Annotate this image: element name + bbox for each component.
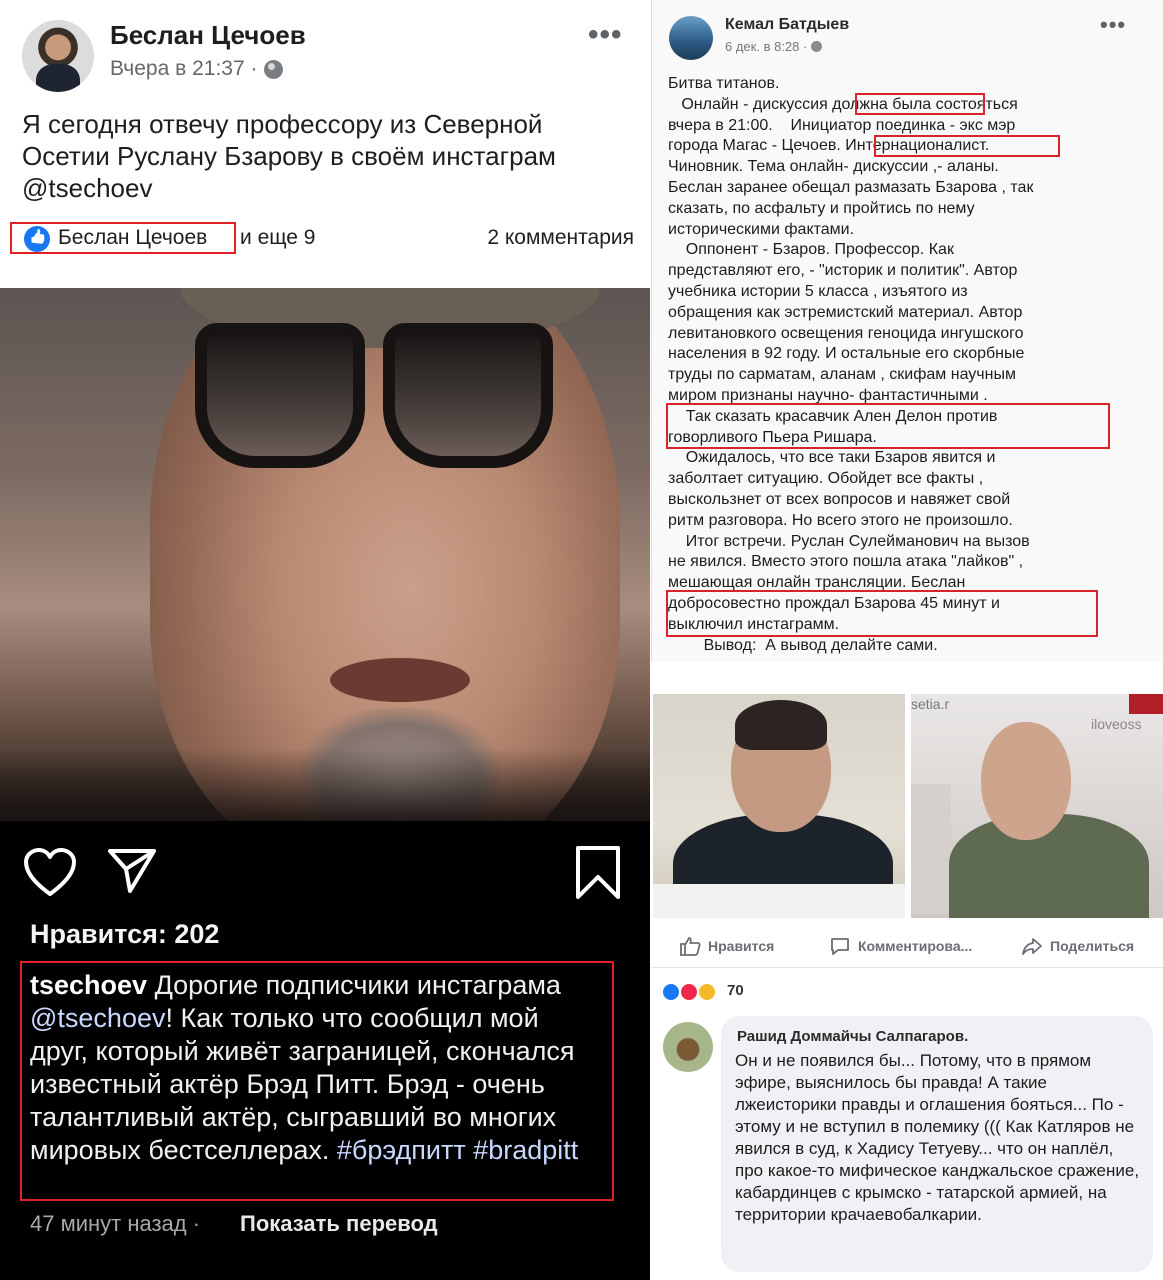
head xyxy=(981,722,1071,840)
comment-button[interactable]: Комментирова... xyxy=(829,936,972,956)
like-reaction-icon xyxy=(24,226,50,252)
share-label: Поделиться xyxy=(1050,938,1135,954)
post-text: Битва титанов. Онлайн - дискуссия должна… xyxy=(668,75,1034,654)
collar-shadow xyxy=(0,748,650,821)
like-label: Нравится xyxy=(708,938,775,954)
photo-right-man[interactable]: setia.r iloveoss xyxy=(911,694,1163,918)
left-facebook-post: Беслан Цечоев Вчера в 21:37 · ••• Я сего… xyxy=(0,0,650,276)
reaction-user-name[interactable]: Беслан Цечоев xyxy=(58,226,207,250)
logo-text-2: iloveoss xyxy=(1091,716,1142,732)
globe-icon xyxy=(263,59,283,79)
author-name[interactable]: Беслан Цечоев xyxy=(110,20,306,51)
comment-text: Он и не появился бы... Потому, что в пря… xyxy=(735,1051,1140,1224)
love-reaction-icon xyxy=(679,982,699,1002)
share-icon xyxy=(1022,938,1042,955)
post-time: 47 минут назад · xyxy=(30,1211,201,1236)
caption: tsechoev Дорогие подписчики инстаграма @… xyxy=(30,969,600,1167)
logo-block xyxy=(1129,694,1163,714)
comment: Рашид Доммайчы Салпагаров. Он и не появи… xyxy=(651,1012,1163,1280)
reactions-row: Беслан Цечоев и еще 9 2 комментария xyxy=(10,222,640,254)
show-translation-link[interactable]: Показать перевод xyxy=(240,1211,438,1237)
mouth xyxy=(330,658,470,702)
post-text: Я сегодня отвечу профессору из Северной … xyxy=(22,109,556,203)
sunglasses xyxy=(195,323,555,473)
logo-text: setia.r xyxy=(911,696,950,712)
post-action-bar: Нравится Комментирова... Поделиться xyxy=(651,924,1163,968)
lens-right xyxy=(383,323,553,468)
more-options-icon[interactable]: ••• xyxy=(1100,14,1126,36)
banner xyxy=(911,784,951,914)
post-meta: 6 дек. в 8:28 · xyxy=(725,39,823,54)
post-photo[interactable] xyxy=(0,288,650,821)
reaction-summary[interactable]: 70 xyxy=(651,976,1163,1010)
heart-icon[interactable] xyxy=(22,847,78,899)
post-timestamp[interactable]: Вчера в 21:37 · xyxy=(110,57,258,81)
post-timestamp[interactable]: 6 дек. в 8:28 · xyxy=(725,39,807,54)
commenter-avatar[interactable] xyxy=(663,1022,713,1072)
instagram-panel: Нравится: 202 tsechoev Дорогие подписчик… xyxy=(0,821,650,1280)
comment-label: Комментирова... xyxy=(858,938,973,954)
caption-text-1: Дорогие подписчики инстаграма xyxy=(147,970,561,1000)
lens-left xyxy=(195,323,365,468)
author-avatar[interactable] xyxy=(22,20,94,92)
right-facebook-post: Кемал Батдыев 6 дек. в 8:28 · ••• Битва … xyxy=(651,0,1163,662)
highlight-box xyxy=(666,590,1098,637)
share-button[interactable]: Поделиться xyxy=(1021,936,1134,956)
reaction-total: 70 xyxy=(727,982,744,999)
comment-bubble: Рашид Доммайчы Салпагаров. Он и не появи… xyxy=(721,1016,1153,1272)
author-name[interactable]: Кемал Батдыев xyxy=(725,16,849,34)
likes-count[interactable]: Нравится: 202 xyxy=(30,919,219,950)
photo-left-man[interactable] xyxy=(653,694,905,918)
caption-username[interactable]: tsechoev xyxy=(30,970,147,1000)
send-icon[interactable] xyxy=(104,845,160,897)
post-photos: setia.r iloveoss xyxy=(651,676,1163,924)
reaction-others[interactable]: и еще 9 xyxy=(240,226,315,250)
caption-mention[interactable]: @tsechoev xyxy=(30,1003,165,1033)
more-options-icon[interactable]: ••• xyxy=(588,20,623,50)
thumbs-up-icon xyxy=(680,937,701,956)
highlight-box xyxy=(874,135,1060,157)
post-meta: Вчера в 21:37 · xyxy=(110,57,283,81)
globe-icon xyxy=(811,41,823,52)
bookmark-icon[interactable] xyxy=(574,845,622,901)
haha-reaction-icon xyxy=(697,982,717,1002)
comments-count[interactable]: 2 комментария xyxy=(487,226,634,250)
highlight-box xyxy=(855,93,985,115)
author-avatar[interactable] xyxy=(669,16,713,60)
comment-icon xyxy=(831,938,849,955)
like-button[interactable]: Нравится xyxy=(679,936,774,956)
commenter-name[interactable]: Рашид Доммайчы Салпагаров. xyxy=(737,1028,968,1045)
table xyxy=(653,884,905,918)
caption-hashtags[interactable]: #брэдпитт #bradpitt xyxy=(337,1135,578,1165)
highlight-box xyxy=(666,403,1110,449)
hair xyxy=(735,700,827,750)
like-reaction-icon xyxy=(661,982,681,1002)
